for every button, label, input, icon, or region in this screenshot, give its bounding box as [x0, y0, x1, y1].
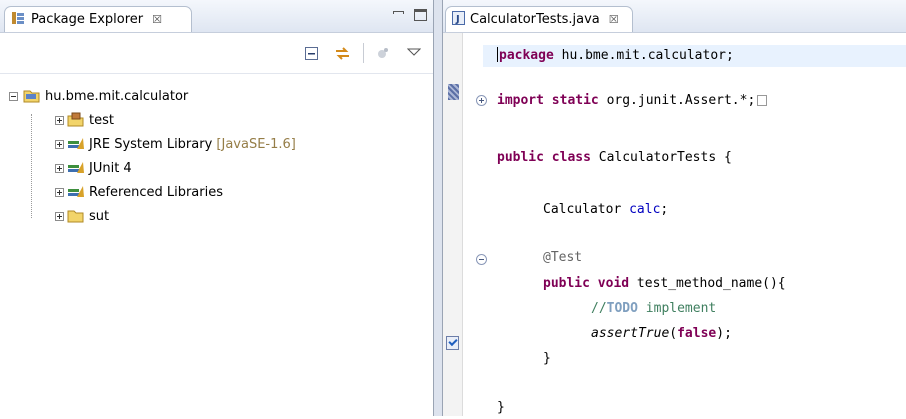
expand-toggle[interactable] [55, 163, 64, 173]
code-text: test_method_name(){ [629, 276, 786, 291]
keyword: public class [497, 150, 591, 165]
tree-item-test[interactable]: test [0, 108, 434, 132]
tree-item-label: JUnit 4 [89, 160, 132, 176]
method-call: assertTrue [591, 326, 670, 341]
code-text: Calculator [543, 202, 630, 217]
expand-toggle[interactable] [55, 139, 64, 149]
code-text: ); [716, 326, 732, 341]
package-explorer-tabbar: Package Explorer ☒ [0, 0, 434, 33]
code-text: CalculatorTests { [590, 150, 732, 165]
annotation: @Test [543, 250, 583, 265]
view-menu-icon[interactable] [405, 43, 422, 60]
text-cursor [497, 47, 498, 62]
code-text: } [543, 351, 551, 366]
svg-text:J: J [455, 14, 460, 25]
tree-item-decoration: [JavaSE-1.6] [216, 136, 296, 152]
library-icon [67, 136, 85, 152]
tab-package-explorer-label: Package Explorer [31, 12, 144, 27]
code-line-class: public class CalculatorTests { [497, 147, 732, 169]
tree-item-jre[interactable]: JRE System Library [JavaSE-1.6] [0, 132, 434, 156]
package-explorer-toolbar [0, 33, 434, 74]
link-with-editor-icon[interactable] [334, 45, 351, 62]
tree-item-label: hu.bme.mit.calculator [45, 88, 189, 104]
expand-toggle[interactable] [55, 187, 64, 197]
comment: implement [637, 301, 717, 316]
code-text: ( [669, 326, 678, 341]
tree-item-label: sut [89, 208, 110, 224]
expand-toggle[interactable] [55, 115, 64, 125]
package-explorer-icon [11, 11, 25, 29]
tree-item-project[interactable]: hu.bme.mit.calculator [0, 84, 434, 108]
maximize-icon[interactable] [414, 9, 427, 21]
tree-item-label: Referenced Libraries [89, 184, 223, 200]
folded-imports-icon[interactable] [757, 95, 768, 106]
keyword: public void [543, 276, 630, 291]
tab-package-explorer[interactable]: Package Explorer ☒ [4, 6, 192, 32]
code-line-comment: //TODO implement [591, 298, 716, 320]
close-icon[interactable]: ☒ [152, 13, 162, 26]
tree-item-label: JRE System Library [89, 136, 213, 152]
tree-item-referenced-libraries[interactable]: Referenced Libraries [0, 180, 434, 204]
keyword: false [677, 326, 717, 341]
focus-on-active-task-icon[interactable] [374, 45, 391, 62]
editor-tabbar: J CalculatorTests.java ☒ [443, 0, 906, 33]
code-line-field: Calculator calc; [543, 199, 668, 221]
field-name: calc [629, 202, 661, 217]
library-icon [67, 184, 85, 200]
source-folder-icon [67, 112, 85, 128]
java-editor: J CalculatorTests.java ☒ package hu.bme.… [442, 0, 906, 416]
package-explorer-view: Package Explorer ☒ hu.bme.mit.calculator [0, 0, 434, 416]
collapse-all-icon[interactable] [303, 45, 320, 62]
collapse-toggle[interactable] [9, 91, 18, 101]
code-line-import: import static org.junit.Assert.*; [497, 90, 768, 112]
library-icon [67, 160, 85, 176]
code-line-package: package hu.bme.mit.calculator; [497, 45, 734, 67]
toolbar-separator [363, 43, 364, 63]
folder-icon [67, 208, 85, 224]
view-sash[interactable] [434, 0, 442, 416]
code-line-method-close: } [543, 348, 551, 370]
java-file-icon: J [452, 10, 465, 29]
tree-item-junit[interactable]: JUnit 4 [0, 156, 434, 180]
code-line-assert: assertTrue(false); [591, 323, 732, 345]
code-text: ; [660, 202, 669, 217]
minimize-icon[interactable] [391, 9, 404, 21]
keyword: package [499, 48, 554, 63]
code-text: hu.bme.mit.calculator; [553, 48, 734, 63]
code-area[interactable]: package hu.bme.mit.calculator; import st… [443, 33, 906, 416]
code-text: } [497, 400, 505, 415]
expand-toggle[interactable] [55, 211, 64, 221]
comment: // [591, 301, 607, 316]
tree-item-label: test [89, 112, 114, 128]
close-icon[interactable]: ☒ [609, 13, 619, 26]
project-folder-icon [23, 88, 41, 104]
collapse-method-icon[interactable] [476, 254, 487, 265]
todo-tag: TODO [606, 301, 638, 316]
expand-imports-icon[interactable] [476, 95, 487, 106]
tab-calculator-tests-label: CalculatorTests.java [470, 12, 600, 27]
tree-item-sut[interactable]: sut [0, 204, 434, 228]
project-tree: hu.bme.mit.calculator test JRE System Li… [0, 84, 434, 228]
code-text: org.junit.Assert.*; [598, 93, 756, 108]
tab-calculator-tests[interactable]: J CalculatorTests.java ☒ [445, 6, 633, 32]
code-line-method: public void test_method_name(){ [543, 273, 786, 295]
keyword: import static [497, 93, 599, 108]
code-line-annotation: @Test [543, 247, 582, 269]
